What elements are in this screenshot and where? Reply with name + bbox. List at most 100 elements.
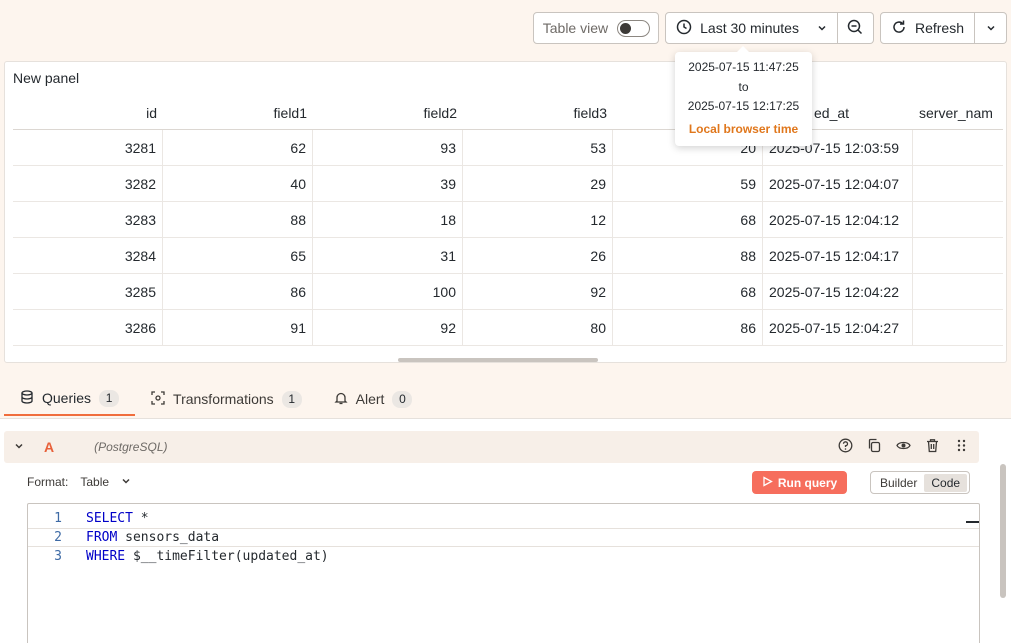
drag-handle-icon[interactable]: [954, 438, 969, 453]
time-range-picker[interactable]: Last 30 minutes: [665, 12, 838, 44]
cell-field4: 68: [613, 274, 763, 309]
query-row-header: A (PostgreSQL): [4, 431, 979, 463]
cell-field1: 91: [163, 310, 313, 345]
cell-id: 3285: [13, 274, 163, 309]
cell-server-name: [913, 130, 1003, 165]
cell-server-name: [913, 202, 1003, 237]
cell-server-name: [913, 310, 1003, 345]
cell-field1: 88: [163, 202, 313, 237]
tab-label: Alert: [355, 391, 385, 407]
mode-code-button[interactable]: Code: [924, 473, 968, 492]
sql-text: sensors_data: [117, 530, 220, 545]
cell-server-name: [913, 274, 1003, 309]
run-query-label: Run query: [777, 475, 838, 490]
column-header-field1[interactable]: field1: [163, 96, 313, 129]
cell-updated-at: 2025-07-15 12:04:12: [763, 202, 913, 237]
editor-minimap-marker: [966, 521, 979, 523]
panel-preview: New panel id field1 field2 field3 ed_at …: [4, 61, 1007, 363]
cell-field1: 86: [163, 274, 313, 309]
duplicate-icon[interactable]: [867, 438, 882, 453]
cell-field2: 31: [313, 238, 463, 273]
column-header-server-name[interactable]: server_nam: [913, 96, 1003, 129]
tab-alert[interactable]: Alert 0: [318, 382, 429, 416]
sql-keyword: WHERE: [86, 549, 126, 564]
collapse-chevron-icon[interactable]: [14, 440, 28, 454]
cell-field2: 18: [313, 202, 463, 237]
tab-count-badge: 0: [392, 390, 413, 408]
chevron-down-icon: [817, 20, 827, 36]
table-row: 3286 91 92 80 86 2025-07-15 12:04:27: [13, 310, 1003, 346]
tab-queries[interactable]: Queries 1: [4, 382, 136, 416]
cell-id: 3284: [13, 238, 163, 273]
refresh-label: Refresh: [914, 20, 964, 36]
zoom-out-button[interactable]: [837, 12, 874, 44]
cell-field4: 68: [613, 202, 763, 237]
column-header-id[interactable]: id: [13, 96, 163, 129]
eye-icon[interactable]: [896, 438, 911, 453]
horizontal-scrollbar[interactable]: [398, 358, 598, 362]
vertical-scrollbar[interactable]: [1000, 464, 1006, 598]
format-select[interactable]: Table: [80, 475, 131, 489]
cell-field1: 65: [163, 238, 313, 273]
cell-id: 3281: [13, 130, 163, 165]
tab-label: Transformations: [173, 391, 274, 407]
chevron-down-icon: [121, 475, 131, 489]
query-editor-area: A (PostgreSQL) Format: Table Run query B…: [0, 418, 1011, 643]
table-row: 3281 62 93 53 20 2025-07-15 12:03:59: [13, 130, 1003, 166]
editor-mode-toggle: Builder Code: [870, 471, 971, 494]
refresh-group: Refresh: [879, 12, 1007, 44]
tab-count-badge: 1: [281, 390, 302, 408]
tooltip-from: 2025-07-15 11:47:25: [688, 60, 799, 74]
code-line: 3 WHERE $__timeFilter(updated_at): [28, 547, 979, 566]
cell-field3: 92: [463, 274, 613, 309]
panel-title: New panel: [13, 70, 80, 86]
code-line: 2 FROM sensors_data: [28, 528, 979, 547]
cell-field2: 92: [313, 310, 463, 345]
editor-tabs: Queries 1 Transformations 1 Alert 0: [4, 382, 428, 418]
refresh-interval-dropdown[interactable]: [975, 12, 1007, 44]
tooltip-to-word: to: [738, 79, 749, 94]
query-row-actions: [838, 438, 969, 453]
refresh-button[interactable]: Refresh: [879, 12, 975, 44]
cell-field1: 40: [163, 166, 313, 201]
dashboard-toolbar: Table view Last 30 minutes Refresh: [532, 12, 1007, 44]
trash-icon[interactable]: [925, 438, 940, 453]
time-range-tooltip: 2025-07-15 11:47:25 to 2025-07-15 12:17:…: [675, 46, 812, 146]
cell-server-name: [913, 166, 1003, 201]
refresh-icon: [891, 19, 907, 38]
help-icon[interactable]: [838, 438, 853, 453]
line-number: 1: [54, 511, 62, 526]
cell-id: 3286: [13, 310, 163, 345]
toggle-switch[interactable]: [617, 19, 651, 37]
table-view-label: Table view: [542, 20, 609, 36]
column-header-field2[interactable]: field2: [313, 96, 463, 129]
tooltip-timezone: Local browser time: [688, 121, 799, 136]
table-body: 3281 62 93 53 20 2025-07-15 12:03:59 3282 40 39 2…: [13, 130, 1003, 346]
column-header-field3[interactable]: field3: [463, 96, 613, 129]
bell-icon: [334, 391, 348, 408]
database-icon: [20, 389, 34, 407]
cell-field3: 12: [463, 202, 613, 237]
mode-builder-button[interactable]: Builder: [873, 474, 924, 492]
cell-field3: 53: [463, 130, 613, 165]
table-row: 3283 88 18 12 68 2025-07-15 12:04:12: [13, 202, 1003, 238]
cell-updated-at: 2025-07-15 12:04:22: [763, 274, 913, 309]
cell-field3: 29: [463, 166, 613, 201]
cell-field4: 86: [613, 310, 763, 345]
sql-code-editor[interactable]: 1 SELECT * 2 FROM sensors_data 3 WHERE $…: [27, 503, 980, 643]
cell-updated-at: 2025-07-15 12:04:07: [763, 166, 913, 201]
format-value: Table: [80, 475, 110, 489]
cell-updated-at: 2025-07-15 12:04:27: [763, 310, 913, 345]
sql-keyword: FROM: [86, 530, 118, 545]
tab-label: Queries: [42, 390, 92, 406]
chevron-down-icon: [986, 20, 996, 36]
code-line: 1 SELECT *: [28, 509, 979, 528]
sql-keyword: SELECT: [86, 511, 133, 526]
run-query-button[interactable]: Run query: [752, 471, 847, 494]
table-row: 3284 65 31 26 88 2025-07-15 12:04:17: [13, 238, 1003, 274]
table-view-toggle-button[interactable]: Table view: [532, 12, 660, 44]
tab-transformations[interactable]: Transformations 1: [135, 382, 318, 416]
cell-field2: 93: [313, 130, 463, 165]
cell-field1: 62: [163, 130, 313, 165]
query-ref-id[interactable]: A: [44, 439, 54, 455]
